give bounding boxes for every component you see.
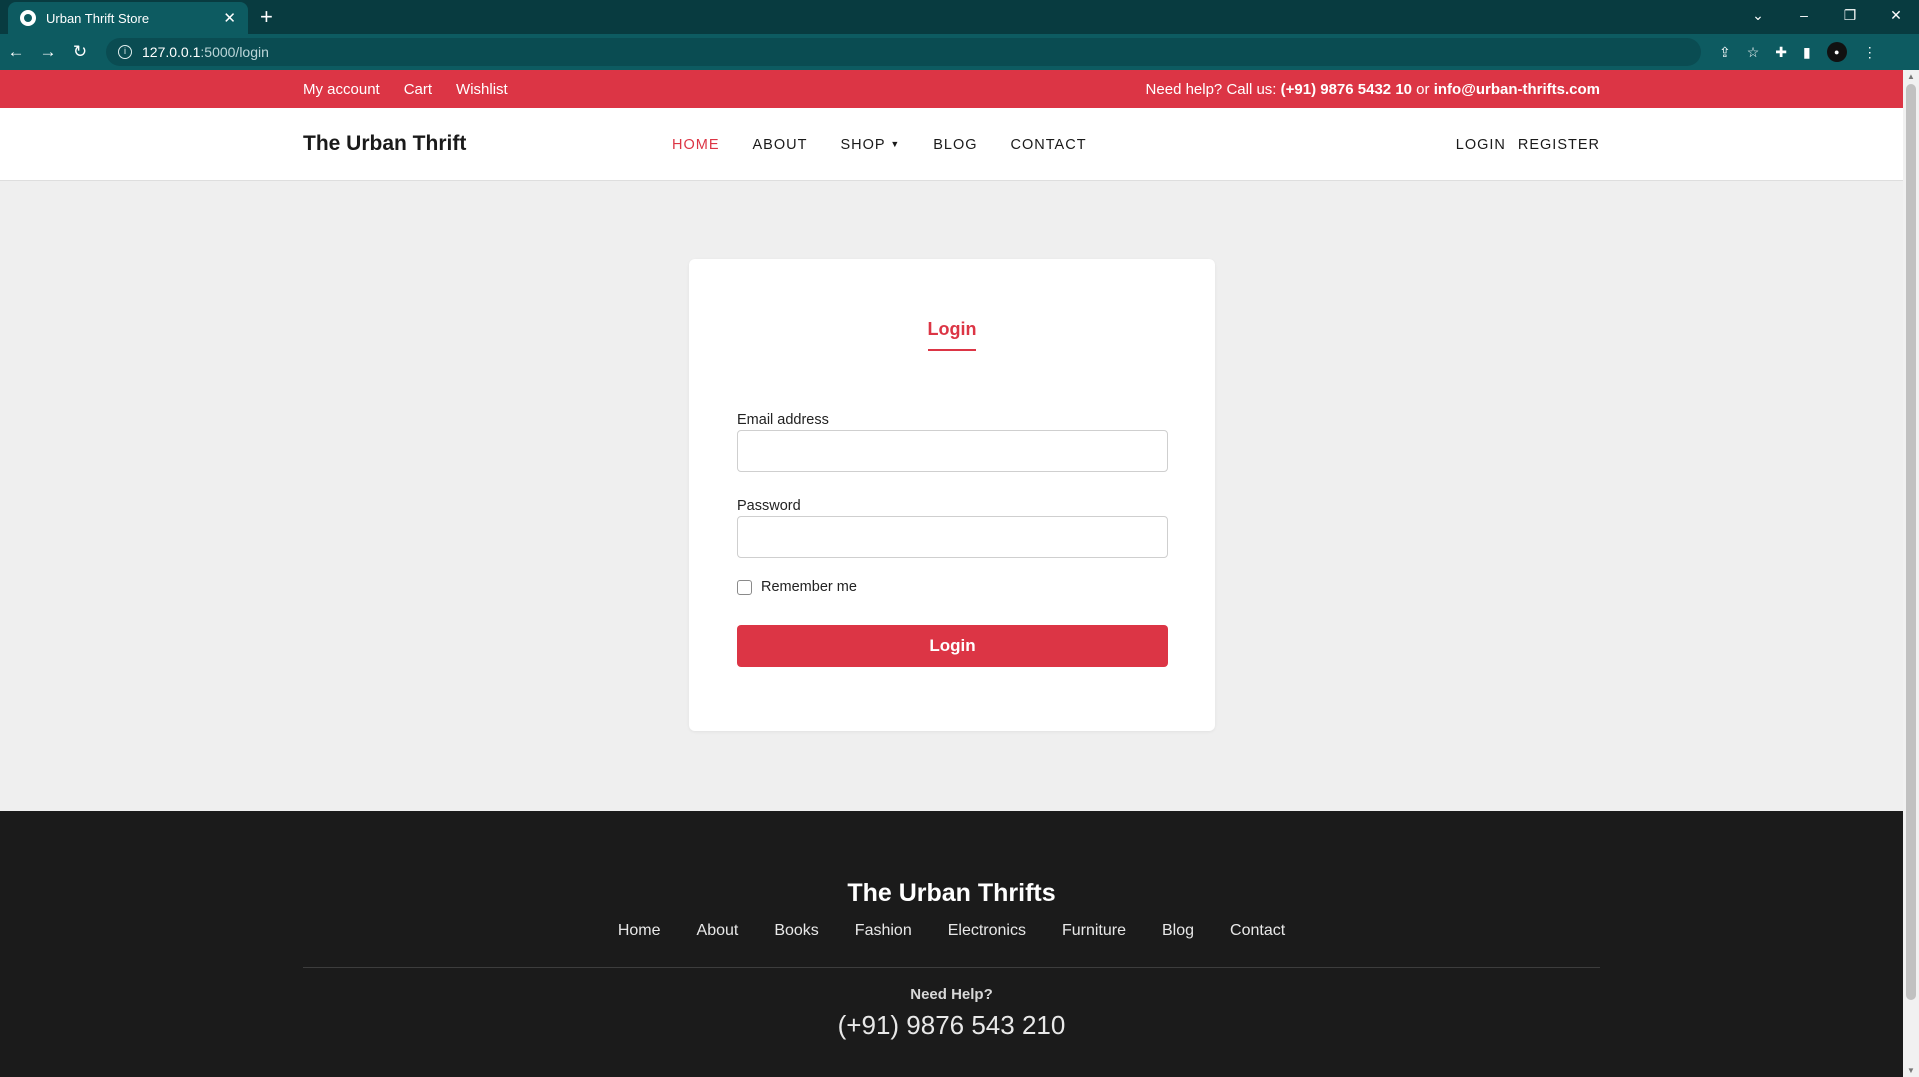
globe-icon (20, 10, 36, 26)
browser-toolbar: ← → ↻ i 127.0.0.1:5000/login ⇪ ☆ ✚ ▮ ● ⋮ (0, 34, 1919, 70)
nav-shop[interactable]: SHOP ▼ (840, 137, 900, 153)
window-controls: ⌄ – ❐ ✕ (1735, 0, 1919, 34)
my-account-link[interactable]: My account (303, 81, 380, 98)
help-email[interactable]: info@urban-thrifts.com (1434, 81, 1600, 98)
site-logo[interactable]: The Urban Thrift (303, 132, 466, 156)
remember-me-checkbox[interactable] (737, 579, 752, 595)
login-title: Login (927, 319, 977, 351)
close-window-icon[interactable]: ✕ (1873, 0, 1919, 34)
help-or: or (1412, 81, 1434, 98)
share-icon[interactable]: ⇪ (1719, 44, 1731, 61)
auth-links: LOGIN REGISTER (1456, 137, 1600, 153)
login-card: Login Email address Password Remember me… (689, 259, 1215, 731)
footer-link-home[interactable]: Home (618, 922, 661, 940)
reload-icon[interactable]: ↻ (64, 42, 96, 62)
extensions-icon[interactable]: ✚ (1775, 44, 1787, 61)
help-phone: (+91) 9876 5432 10 (1280, 81, 1413, 98)
bookmark-star-icon[interactable]: ☆ (1747, 44, 1760, 61)
browser-menu-icon[interactable]: ⋮ (1863, 44, 1877, 61)
scroll-down-icon[interactable]: ▼ (1903, 1066, 1919, 1075)
cart-link[interactable]: Cart (404, 81, 432, 98)
footer-link-fashion[interactable]: Fashion (855, 922, 912, 940)
password-field[interactable] (737, 516, 1168, 558)
password-label: Password (737, 498, 801, 514)
main-menu: HOME ABOUT SHOP ▼ BLOG CONTACT (672, 137, 1087, 153)
footer-link-contact[interactable]: Contact (1230, 922, 1285, 940)
email-field[interactable] (737, 430, 1168, 472)
scrollbar-thumb[interactable] (1906, 84, 1916, 1000)
url-path: :5000/login (200, 44, 269, 60)
help-prefix: Need help? Call us: (1145, 81, 1281, 98)
browser-actions: ⇪ ☆ ✚ ▮ ● ⋮ (1719, 42, 1877, 62)
scroll-up-icon[interactable]: ▲ (1903, 72, 1919, 81)
login-heading: Login (689, 319, 1215, 351)
site-navbar: The Urban Thrift HOME ABOUT SHOP ▼ BLOG … (0, 108, 1903, 181)
wishlist-link[interactable]: Wishlist (456, 81, 508, 98)
url-host: 127.0.0.1 (142, 44, 201, 60)
site-footer: The Urban Thrifts Home About Books Fashi… (0, 811, 1903, 1077)
help-contact: Need help? Call us: (+91) 9876 5432 10 o… (1146, 81, 1600, 98)
page-scrollbar[interactable]: ▲ ▼ (1903, 70, 1919, 1077)
browser-tab-strip: Urban Thrift Store ✕ + ⌄ – ❐ ✕ (0, 0, 1919, 34)
footer-links: Home About Books Fashion Electronics Fur… (0, 922, 1903, 940)
footer-help-title: Need Help? (910, 986, 993, 1003)
side-panel-icon[interactable]: ▮ (1803, 44, 1811, 61)
login-link[interactable]: LOGIN (1456, 137, 1506, 153)
remember-me: Remember me (737, 579, 857, 595)
footer-divider (303, 967, 1600, 968)
tab-search-icon[interactable]: ⌄ (1735, 0, 1781, 34)
register-link[interactable]: REGISTER (1518, 137, 1600, 153)
address-bar[interactable]: i 127.0.0.1:5000/login (106, 38, 1701, 66)
footer-link-about[interactable]: About (697, 922, 739, 940)
caret-down-icon: ▼ (890, 139, 901, 149)
nav-about[interactable]: ABOUT (753, 137, 808, 153)
close-tab-icon[interactable]: ✕ (223, 9, 236, 27)
footer-brand: The Urban Thrifts (847, 879, 1056, 907)
restore-icon[interactable]: ❐ (1827, 0, 1873, 34)
footer-link-electronics[interactable]: Electronics (948, 922, 1026, 940)
login-button[interactable]: Login (737, 625, 1168, 667)
nav-blog[interactable]: BLOG (933, 137, 977, 153)
footer-link-blog[interactable]: Blog (1162, 922, 1194, 940)
forward-icon[interactable]: → (32, 42, 64, 62)
email-label: Email address (737, 412, 829, 428)
site-info-icon[interactable]: i (118, 45, 132, 59)
nav-shop-label: SHOP (840, 137, 886, 153)
footer-link-furniture[interactable]: Furniture (1062, 922, 1126, 940)
nav-home[interactable]: HOME (672, 137, 720, 153)
footer-phone: (+91) 9876 543 210 (837, 1010, 1066, 1040)
tab-title: Urban Thrift Store (46, 10, 150, 26)
footer-link-books[interactable]: Books (774, 922, 818, 940)
nav-contact[interactable]: CONTACT (1011, 137, 1087, 153)
browser-tab[interactable]: Urban Thrift Store ✕ (8, 2, 248, 34)
profile-avatar[interactable]: ● (1826, 42, 1847, 62)
back-icon[interactable]: ← (0, 42, 32, 62)
remember-me-label[interactable]: Remember me (761, 579, 857, 595)
minimize-icon[interactable]: – (1781, 0, 1827, 34)
site-topbar: My account Cart Wishlist Need help? Call… (0, 70, 1903, 108)
account-links: My account Cart Wishlist (303, 81, 508, 98)
new-tab-icon[interactable]: + (260, 4, 273, 30)
